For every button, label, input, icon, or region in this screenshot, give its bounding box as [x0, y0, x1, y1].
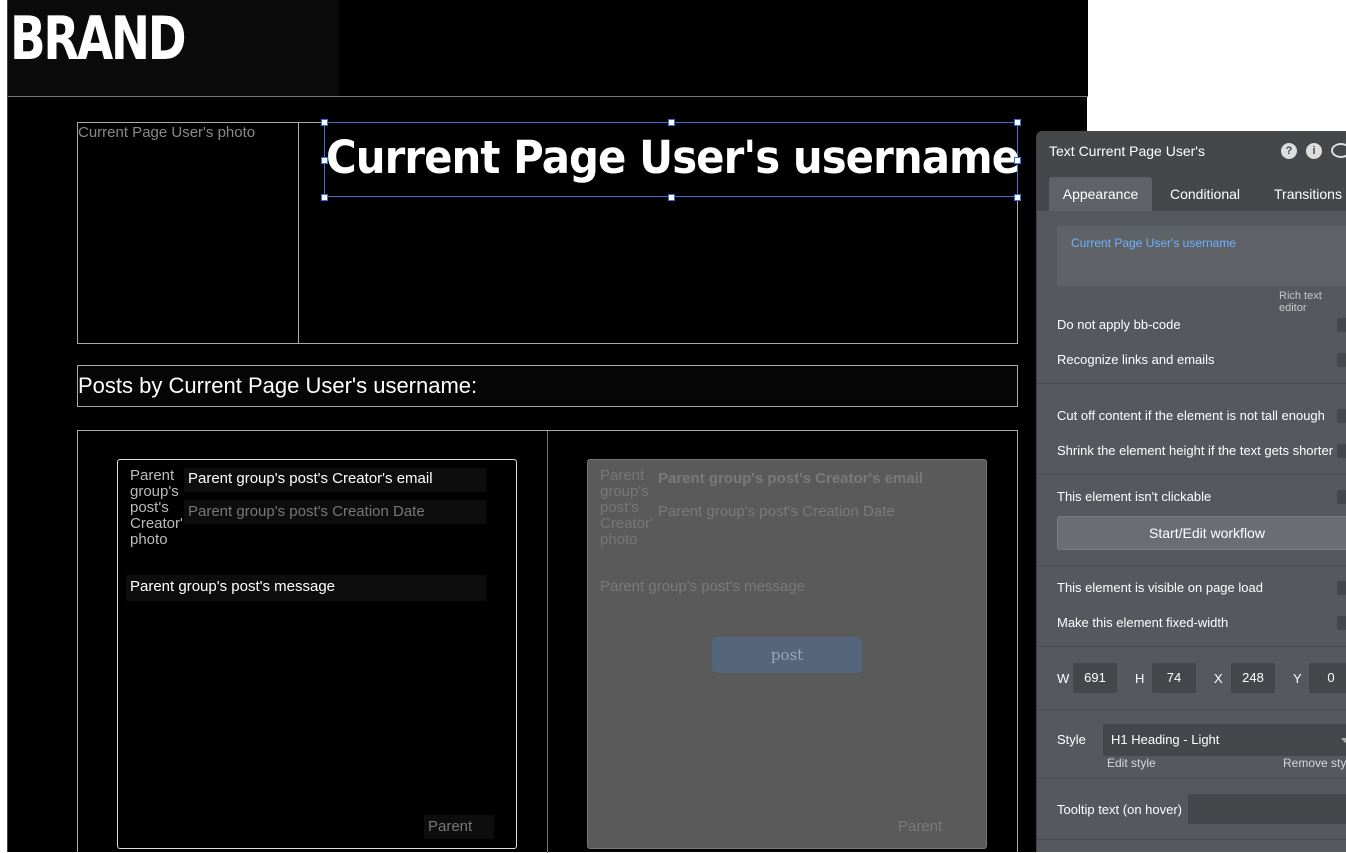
separator — [1037, 383, 1346, 384]
start-edit-workflow-button[interactable]: Start/Edit workflow — [1057, 516, 1346, 550]
creator-email[interactable]: Parent group's post's Creator's email — [654, 468, 956, 492]
brand-group[interactable]: BRAND — [8, 0, 339, 96]
links-label: Recognize links and emails — [1057, 352, 1215, 367]
page-header: BRAND — [8, 0, 1088, 97]
post-cell[interactable]: Parent group's post's Creator's photo Pa… — [587, 459, 987, 849]
fixed-width-checkbox[interactable] — [1337, 616, 1346, 630]
tab-conditional[interactable]: Conditional — [1159, 177, 1251, 211]
creation-date[interactable]: Parent group's post's Creation Date — [184, 500, 486, 524]
user-photo-label: Current Page User's photo — [78, 124, 256, 141]
creator-email[interactable]: Parent group's post's Creator's email — [184, 468, 486, 492]
creator-photo[interactable]: Parent group's post's Creator's photo — [600, 468, 652, 550]
y-label: Y — [1293, 671, 1302, 686]
x-label: X — [1214, 671, 1223, 686]
panel-tabs: Appearance Conditional Transitions — [1037, 171, 1346, 211]
username-text: Current Page User's username — [326, 131, 1020, 184]
height-input[interactable]: 74 — [1152, 663, 1196, 693]
bbcode-checkbox[interactable] — [1337, 318, 1346, 332]
chevron-down-icon[interactable] — [1341, 738, 1346, 743]
content-expression[interactable]: Current Page User's username — [1071, 236, 1236, 250]
cutoff-label: Cut off content if the element is not ta… — [1057, 408, 1325, 423]
separator — [1037, 646, 1346, 647]
resize-handle-tc[interactable] — [668, 119, 675, 126]
tab-transitions[interactable]: Transitions — [1265, 177, 1346, 211]
creator-photo[interactable]: Parent group's post's Creator's photo — [130, 468, 182, 550]
separator — [1037, 839, 1346, 840]
visible-checkbox[interactable] — [1337, 581, 1346, 595]
tooltip-input[interactable] — [1188, 794, 1346, 824]
resize-handle-bl[interactable] — [321, 194, 328, 201]
content-editor[interactable]: Current Page User's username — [1057, 226, 1346, 286]
shrink-checkbox[interactable] — [1337, 444, 1346, 458]
tooltip-label: Tooltip text (on hover) — [1057, 802, 1183, 817]
separator — [1037, 778, 1346, 779]
posts-header[interactable]: Posts by Current Page User's username: — [77, 365, 1018, 407]
tab-appearance[interactable]: Appearance — [1049, 177, 1152, 211]
panel-title: Text Current Page User's — [1049, 143, 1205, 159]
resize-handle-tl[interactable] — [321, 119, 328, 126]
repeat-divider — [547, 431, 548, 853]
separator — [1037, 565, 1346, 566]
remove-style-link[interactable]: Remove style — [1283, 756, 1346, 770]
resize-handle-bc[interactable] — [668, 194, 675, 201]
post-cell[interactable]: Parent group's post's Creator's photo Pa… — [117, 459, 517, 849]
not-clickable-label: This element isn't clickable — [1057, 489, 1212, 504]
style-dropdown[interactable]: H1 Heading - Light — [1103, 724, 1346, 756]
style-label: Style — [1057, 732, 1086, 747]
brand-logo[interactable]: BRAND — [10, 4, 187, 74]
resize-handle-mr[interactable] — [1014, 157, 1021, 164]
links-checkbox[interactable] — [1337, 353, 1346, 367]
post-message[interactable]: Parent group's post's message — [596, 575, 956, 601]
posts-title: Posts by Current Page User's username: — [78, 373, 478, 398]
resize-handle-br[interactable] — [1014, 194, 1021, 201]
y-input[interactable]: 0 — [1309, 663, 1346, 693]
resize-handle-ml[interactable] — [321, 157, 328, 164]
property-editor-panel[interactable]: Text Current Page User's ? i Appearance … — [1036, 131, 1346, 852]
help-icon[interactable]: ? — [1281, 143, 1297, 159]
editor-canvas[interactable]: BRAND Current Page User's photo Current … — [7, 0, 1088, 853]
x-input[interactable]: 248 — [1231, 663, 1275, 693]
cutoff-checkbox[interactable] — [1337, 409, 1346, 423]
width-label: W — [1057, 671, 1070, 686]
resize-handle-tr[interactable] — [1014, 119, 1021, 126]
comment-icon[interactable] — [1331, 143, 1346, 158]
separator — [1037, 474, 1346, 475]
post-button[interactable]: post — [712, 637, 862, 673]
not-clickable-checkbox[interactable] — [1337, 490, 1346, 504]
visible-label: This element is visible on page load — [1057, 580, 1263, 595]
bbcode-label: Do not apply bb-code — [1057, 317, 1181, 332]
edit-style-link[interactable]: Edit style — [1107, 756, 1156, 770]
width-input[interactable]: 691 — [1073, 663, 1117, 693]
panel-title-bar[interactable]: Text Current Page User's ? i — [1037, 131, 1346, 171]
fixed-width-label: Make this element fixed-width — [1057, 615, 1229, 630]
height-label: H — [1135, 671, 1145, 686]
posts-repeating-group[interactable]: Parent group's post's Creator's photo Pa… — [77, 430, 1018, 853]
shrink-label: Shrink the element height if the text ge… — [1057, 443, 1334, 458]
user-photo[interactable]: Current Page User's photo — [78, 123, 299, 343]
info-icon[interactable]: i — [1306, 143, 1322, 159]
username-text-selected[interactable]: Current Page User's username — [321, 119, 1021, 201]
parent-label[interactable]: Parent — [424, 815, 494, 839]
parent-label[interactable]: Parent — [894, 815, 964, 839]
rich-text-editor-link[interactable]: Rich text editor — [1279, 290, 1346, 314]
creation-date[interactable]: Parent group's post's Creation Date — [654, 500, 956, 524]
post-message[interactable]: Parent group's post's message — [126, 575, 486, 601]
separator — [1037, 709, 1346, 710]
